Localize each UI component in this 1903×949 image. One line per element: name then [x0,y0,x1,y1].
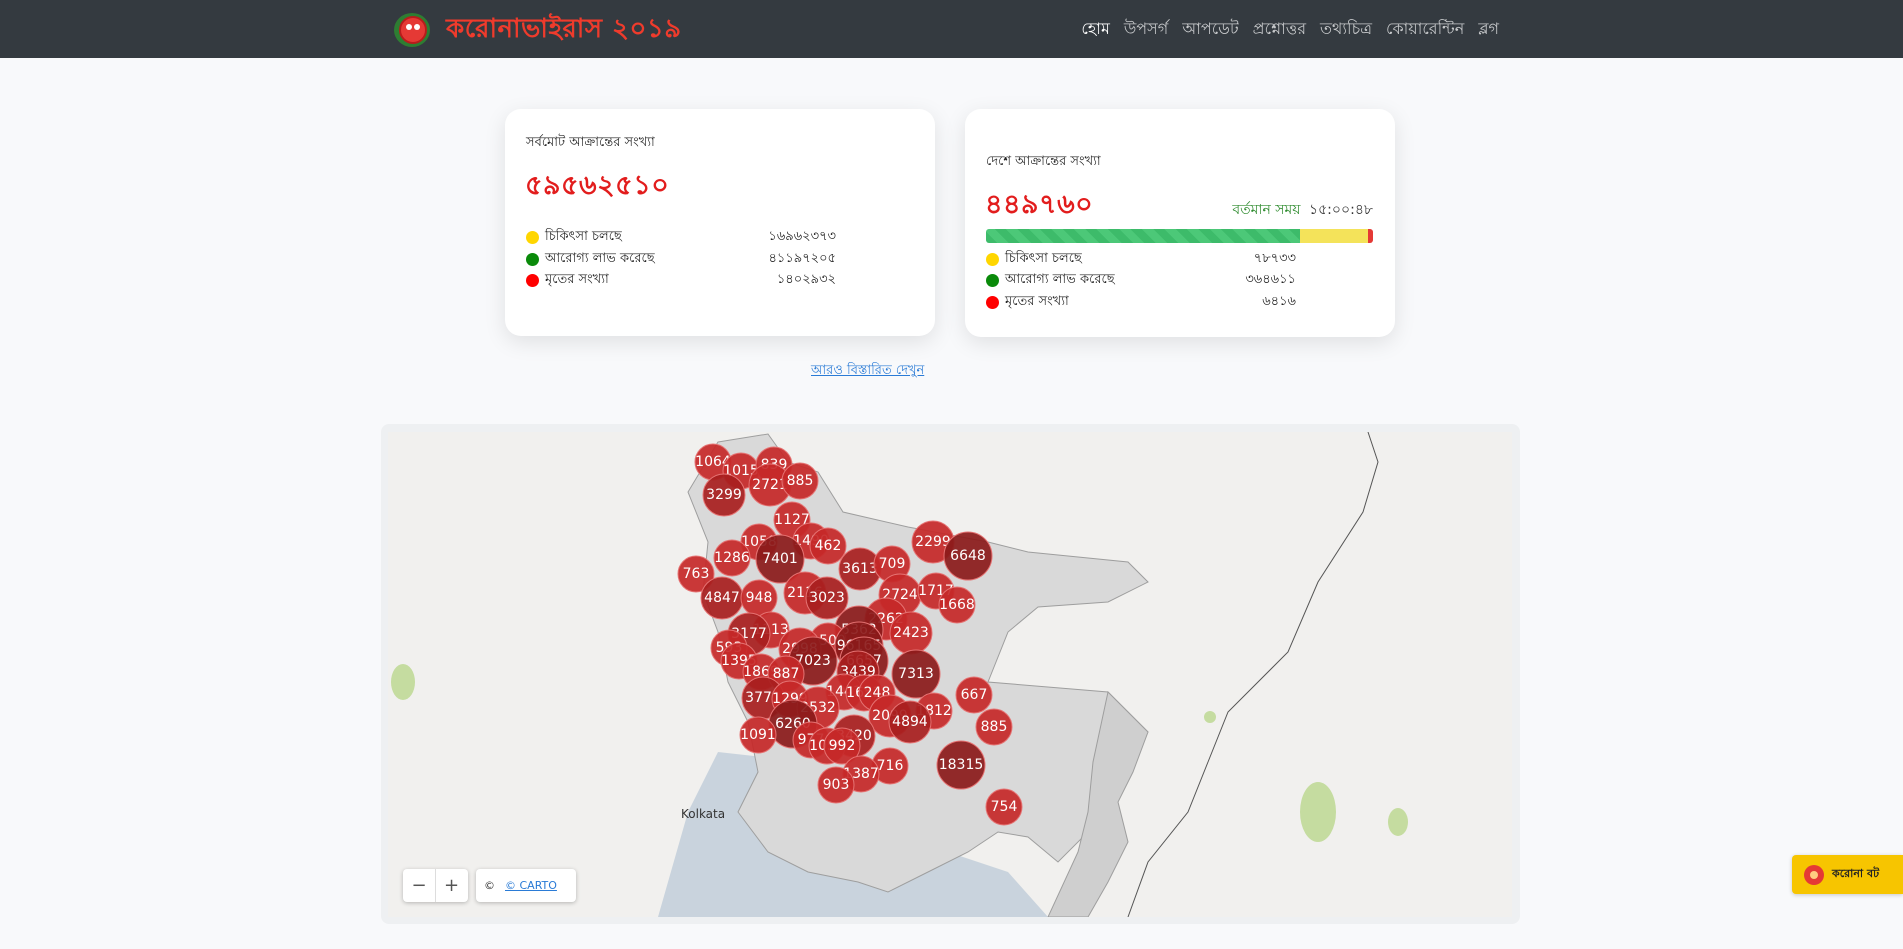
virus-icon [1804,864,1824,885]
brand-logo-icon [392,12,442,48]
zoom-out-button[interactable]: − [403,869,435,902]
forest-patch [1204,711,1216,723]
global-active-value: ১৬৯৬২৩৭৩ [768,228,836,244]
zoom-in-button[interactable]: + [435,869,467,902]
city-label-kolkata: Kolkata [681,807,725,821]
nav-item-infographics[interactable]: তথ্যচিত্র [1320,16,1372,43]
district-bubble-label: 3613 [842,561,878,577]
district-bubble-label: 6648 [950,548,986,564]
nav-item-blog[interactable]: ব্লগ [1478,16,1499,43]
zoom-control: − + [403,869,468,902]
global-stats-card: সর্বমোট আক্রান্তের সংখ্যা ৫৯৫৬২৫১০ চিকিৎ… [505,109,935,336]
district-bubble-label: 7313 [898,666,934,682]
country-active-value: ৭৮৭৩৩ [1253,250,1296,266]
map-container: 1064101583932992721885112710581490462229… [381,424,1520,924]
current-time-label: বর্তমান সময় [1232,202,1301,218]
district-bubble-label: 3023 [809,590,845,606]
yellow-dot-icon [986,252,999,266]
country-stats-card: দেশে আক্রান্তের সংখ্যা ৪৪৯৭৬০ বর্তমান সম… [965,109,1395,337]
brand-link[interactable]: করোনাভাইরাস ২০১৯ [392,12,682,48]
country-stat-active: চিকিৎসা চলছে ৭৮৭৩৩ [986,249,1296,269]
current-time: বর্তমান সময় ১৫:০০:৪৮ [1232,198,1373,222]
district-map[interactable]: 1064101583932992721885112710581490462229… [388,432,1512,917]
district-bubble-label: 948 [746,590,773,606]
global-stat-active: চিকিৎসা চলছে ১৬৯৬২৩৭৩ [526,227,836,247]
global-recovered-label: আরোগ্য লাভ করেছে [545,250,655,266]
red-dot-icon [526,273,539,287]
forest-patch [391,664,415,700]
district-bubble-label: 2423 [893,625,929,641]
district-bubble-label: 4847 [704,590,740,606]
nav-item-quarantine[interactable]: কোয়ারেন্টিন [1386,16,1464,43]
nav-item-update[interactable]: আপডেট [1182,16,1238,43]
district-bubble-label: 1091 [740,727,776,743]
global-active-label: চিকিৎসা চলছে [545,228,622,244]
global-stat-deaths: মৃতের সংখ্যা ১৪০২৯৩২ [526,270,836,290]
green-dot-icon [986,273,999,287]
global-stat-recovered: আরোগ্য লাভ করেছে ৪১১৯৭২০৫ [526,249,836,269]
district-bubble-label: 7401 [762,551,798,567]
district-bubble-label: 903 [823,777,850,793]
district-bubble-label: 667 [961,687,988,703]
border-line [1127,432,1379,917]
green-dot-icon [526,252,539,266]
global-total: ৫৯৫৬২৫১০ [525,170,670,201]
corona-bot-label: করোনা বট [1832,867,1880,880]
country-card-label: দেশে আক্রান্তের সংখ্যা [986,154,1101,169]
district-bubble-label: 885 [981,719,1008,735]
yellow-dot-icon [526,230,539,244]
current-time-value: ১৫:০০:৪৮ [1309,202,1373,218]
global-deaths-value: ১৪০২৯৩২ [776,271,836,287]
district-bubble-label: 887 [773,666,800,682]
district-bubble-label: 754 [991,799,1018,815]
district-bubble-label: 885 [787,473,814,489]
attribution-toggle[interactable]: © [484,879,495,892]
more-details-link[interactable]: আরও বিস্তারিত দেখুন [811,361,924,382]
country-deaths-value: ৬৪১৬ [1262,293,1296,309]
district-bubble-label: 716 [877,758,904,774]
district-bubble-label: 462 [815,538,842,554]
red-dot-icon [986,295,999,309]
nav-item-home[interactable]: হোম [1081,16,1109,43]
district-bubble-label: 4894 [892,714,928,730]
progress-active [1299,229,1368,243]
country-progress-bar [986,229,1373,243]
country-stat-recovered: আরোগ্য লাভ করেছে ৩৬৪৬১১ [986,270,1296,290]
district-bubble-label: 992 [829,738,856,754]
navbar: করোনাভাইরাস ২০১৯ হোম উপসর্গ আপডেট প্রশ্ন… [0,0,1903,58]
country-total: ৪৪৯৭৬০ [985,189,1094,220]
corona-bot-button[interactable]: করোনা বট [1792,855,1903,894]
country-deaths-label: মৃতের সংখ্যা [1005,293,1069,309]
forest-patch [1300,782,1336,842]
country-recovered-label: আরোগ্য লাভ করেছে [1005,271,1115,287]
brand-title: করোনাভাইরাস ২০১৯ [446,14,682,44]
map-attribution: © © CARTO [476,869,576,902]
district-bubble-label: 3299 [706,487,742,503]
district-bubble-label: 18315 [939,757,984,773]
nav-item-faq[interactable]: প্রশ্নোত্তর [1253,16,1306,43]
district-bubble-label: 709 [879,556,906,572]
nav-item-symptoms[interactable]: উপসর্গ [1124,16,1168,43]
progress-deaths [1367,229,1373,243]
carto-link[interactable]: © CARTO [505,879,557,892]
nav-menu: হোম উপসর্গ আপডেট প্রশ্নোত্তর তথ্যচিত্র ক… [1081,0,1499,58]
country-recovered-value: ৩৬৪৬১১ [1245,271,1296,287]
global-card-label: সর্বমোট আক্রান্তের সংখ্যা [526,135,655,150]
global-deaths-label: মৃতের সংখ্যা [545,271,609,287]
country-stat-deaths: মৃতের সংখ্যা ৬৪১৬ [986,292,1296,312]
global-recovered-value: ৪১১৯৭২০৫ [768,250,836,266]
forest-patch [1388,808,1408,836]
district-bubble-label: 1286 [714,550,750,566]
district-bubble-label: 1668 [939,597,975,613]
progress-recovered [986,229,1300,243]
map-canvas: 1064101583932992721885112710581490462229… [391,432,1408,917]
district-bubble-label: 763 [683,566,710,582]
country-active-label: চিকিৎসা চলছে [1005,250,1082,266]
